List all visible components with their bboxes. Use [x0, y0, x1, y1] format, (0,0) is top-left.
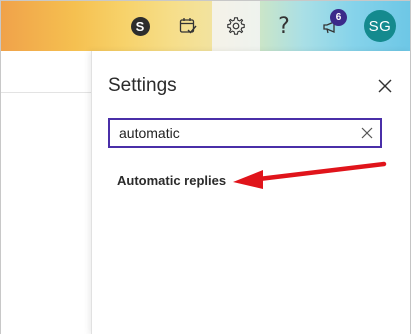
clear-search-button[interactable] — [354, 120, 380, 146]
settings-search-box — [108, 118, 382, 148]
search-result-automatic-replies[interactable]: Automatic replies — [117, 173, 226, 188]
panel-title: Settings — [108, 75, 177, 96]
avatar: SG — [364, 10, 396, 42]
notification-count-badge: 6 — [330, 9, 347, 26]
mail-content-area — [1, 51, 91, 334]
clear-icon — [361, 127, 373, 139]
settings-search-input[interactable] — [110, 120, 354, 146]
settings-button[interactable] — [212, 1, 260, 51]
whats-new-button[interactable]: 6 — [308, 1, 356, 51]
help-button[interactable]: ? — [260, 1, 308, 51]
settings-panel: Settings Automatic replies — [91, 51, 410, 334]
calendar-check-icon — [179, 18, 197, 34]
gear-icon — [227, 17, 245, 35]
annotation-arrow-icon — [233, 161, 387, 189]
account-button[interactable]: SG — [356, 1, 404, 51]
skype-button[interactable]: S — [116, 1, 164, 51]
question-mark-icon: ? — [278, 13, 290, 39]
my-day-button[interactable] — [164, 1, 212, 51]
close-icon — [378, 79, 392, 93]
close-button[interactable] — [374, 75, 396, 97]
divider — [1, 92, 91, 93]
skype-icon: S — [130, 16, 150, 36]
top-header-bar: S ? 6 SG — [1, 1, 410, 51]
